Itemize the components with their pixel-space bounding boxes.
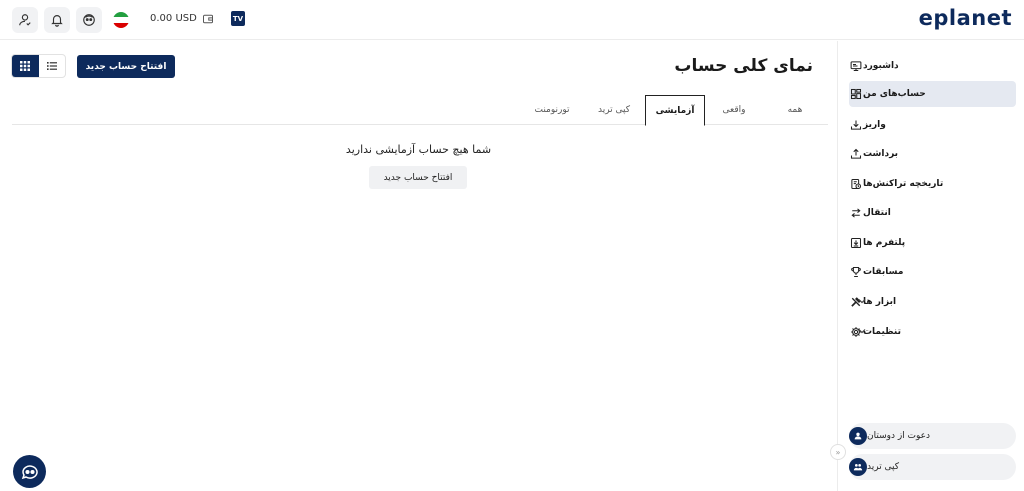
page-title: نمای کلی حساب bbox=[674, 56, 813, 76]
grid-view-button[interactable] bbox=[12, 55, 39, 77]
user-check-icon bbox=[19, 14, 31, 26]
grid-view-icon bbox=[20, 61, 31, 71]
balance-display: 0.00 USD bbox=[150, 13, 197, 24]
copy-trade-icon bbox=[849, 458, 867, 476]
grid-icon bbox=[849, 87, 863, 101]
eplanet-logo[interactable]: eplanet bbox=[919, 6, 1012, 30]
copy-trade-label: کپی ترید bbox=[867, 462, 900, 472]
support-chat-icon bbox=[21, 464, 38, 479]
bell-icon bbox=[51, 15, 63, 27]
invite-icon bbox=[849, 427, 867, 445]
sidebar: داشبورد حساب‌های من واریز برداشت تاریخچه… bbox=[830, 41, 1024, 491]
monitor-icon bbox=[849, 59, 863, 73]
empty-state-container: شما هیچ حساب آزمایشی ندارید bbox=[0, 143, 837, 156]
invite-friends-button[interactable]: دعوت از دوستان bbox=[849, 423, 1016, 449]
chevron-down-icon[interactable] bbox=[857, 326, 867, 336]
view-toggle bbox=[11, 54, 66, 78]
copy-trade-button[interactable]: کپی ترید bbox=[849, 454, 1016, 480]
sidebar-item-label: انتقال bbox=[863, 208, 891, 218]
tab-all[interactable]: همه bbox=[764, 95, 826, 125]
tab-tournament[interactable]: تورنومنت bbox=[520, 95, 584, 125]
sidebar-item-platforms[interactable]: پلتفرم ها bbox=[849, 230, 1016, 256]
platform-icon bbox=[849, 236, 863, 250]
open-new-account-button[interactable]: افتتاح حساب جدید bbox=[77, 55, 175, 78]
sidebar-item-tools[interactable]: ابزار ها bbox=[849, 289, 1016, 315]
sidebar-item-label: حساب‌های من bbox=[863, 89, 926, 99]
trophy-icon bbox=[849, 265, 863, 279]
download-icon bbox=[849, 118, 863, 132]
sidebar-item-deposit[interactable]: واریز bbox=[849, 112, 1016, 138]
history-icon bbox=[849, 177, 863, 191]
sidebar-item-my-accounts[interactable]: حساب‌های من bbox=[849, 81, 1016, 107]
sidebar-item-label: تاریخچه تراکنش‌ها bbox=[863, 179, 944, 189]
notifications-button[interactable] bbox=[44, 7, 70, 33]
tab-copy-trade[interactable]: کپی ترید bbox=[584, 95, 644, 125]
sidebar-item-transfer[interactable]: انتقال bbox=[849, 200, 1016, 226]
sidebar-item-label: داشبورد bbox=[863, 61, 899, 71]
tradingview-icon[interactable]: TV bbox=[231, 11, 245, 26]
sidebar-item-label: مسابقات bbox=[863, 267, 904, 277]
top-bar: eplanet 0.00 USD TV bbox=[0, 0, 1024, 40]
chevron-down-icon[interactable] bbox=[857, 296, 867, 306]
sidebar-item-history[interactable]: تاریخچه تراکنش‌ها bbox=[849, 171, 1016, 197]
sidebar-item-label: واریز bbox=[863, 120, 886, 130]
iran-flag-icon[interactable] bbox=[113, 12, 129, 28]
list-view-icon bbox=[46, 62, 57, 70]
tab-demo[interactable]: آزمایشی bbox=[645, 95, 705, 126]
sidebar-item-label: تنظیمات bbox=[863, 327, 901, 337]
avatar-button[interactable] bbox=[76, 7, 102, 33]
empty-state-message: شما هیچ حساب آزمایشی ندارید bbox=[345, 143, 492, 156]
sidebar-item-label: ابزار ها bbox=[863, 297, 897, 307]
sidebar-item-competitions[interactable]: مسابقات bbox=[849, 259, 1016, 285]
transfer-icon bbox=[849, 206, 863, 220]
account-type-tabs: همه واقعی آزمایشی کپی ترید تورنومنت bbox=[12, 95, 828, 126]
upload-icon bbox=[849, 147, 863, 161]
tab-real[interactable]: واقعی bbox=[704, 95, 764, 125]
empty-state-open-account-button[interactable]: افتتاح حساب جدید bbox=[369, 166, 467, 189]
support-chat-button[interactable] bbox=[13, 455, 46, 488]
sidebar-item-label: برداشت bbox=[863, 149, 899, 159]
sidebar-item-withdraw[interactable]: برداشت bbox=[849, 141, 1016, 167]
sidebar-collapse-toggle[interactable]: « bbox=[830, 444, 846, 460]
invite-friends-label: دعوت از دوستان bbox=[867, 431, 931, 441]
avatar-icon bbox=[83, 14, 95, 26]
user-check-button[interactable] bbox=[12, 7, 38, 33]
sidebar-item-settings[interactable]: تنظیمات bbox=[849, 319, 1016, 345]
list-view-button[interactable] bbox=[39, 55, 66, 77]
sidebar-item-label: پلتفرم ها bbox=[863, 238, 906, 248]
wallet-icon bbox=[203, 14, 213, 24]
sidebar-item-dashboard[interactable]: داشبورد bbox=[849, 53, 1016, 79]
